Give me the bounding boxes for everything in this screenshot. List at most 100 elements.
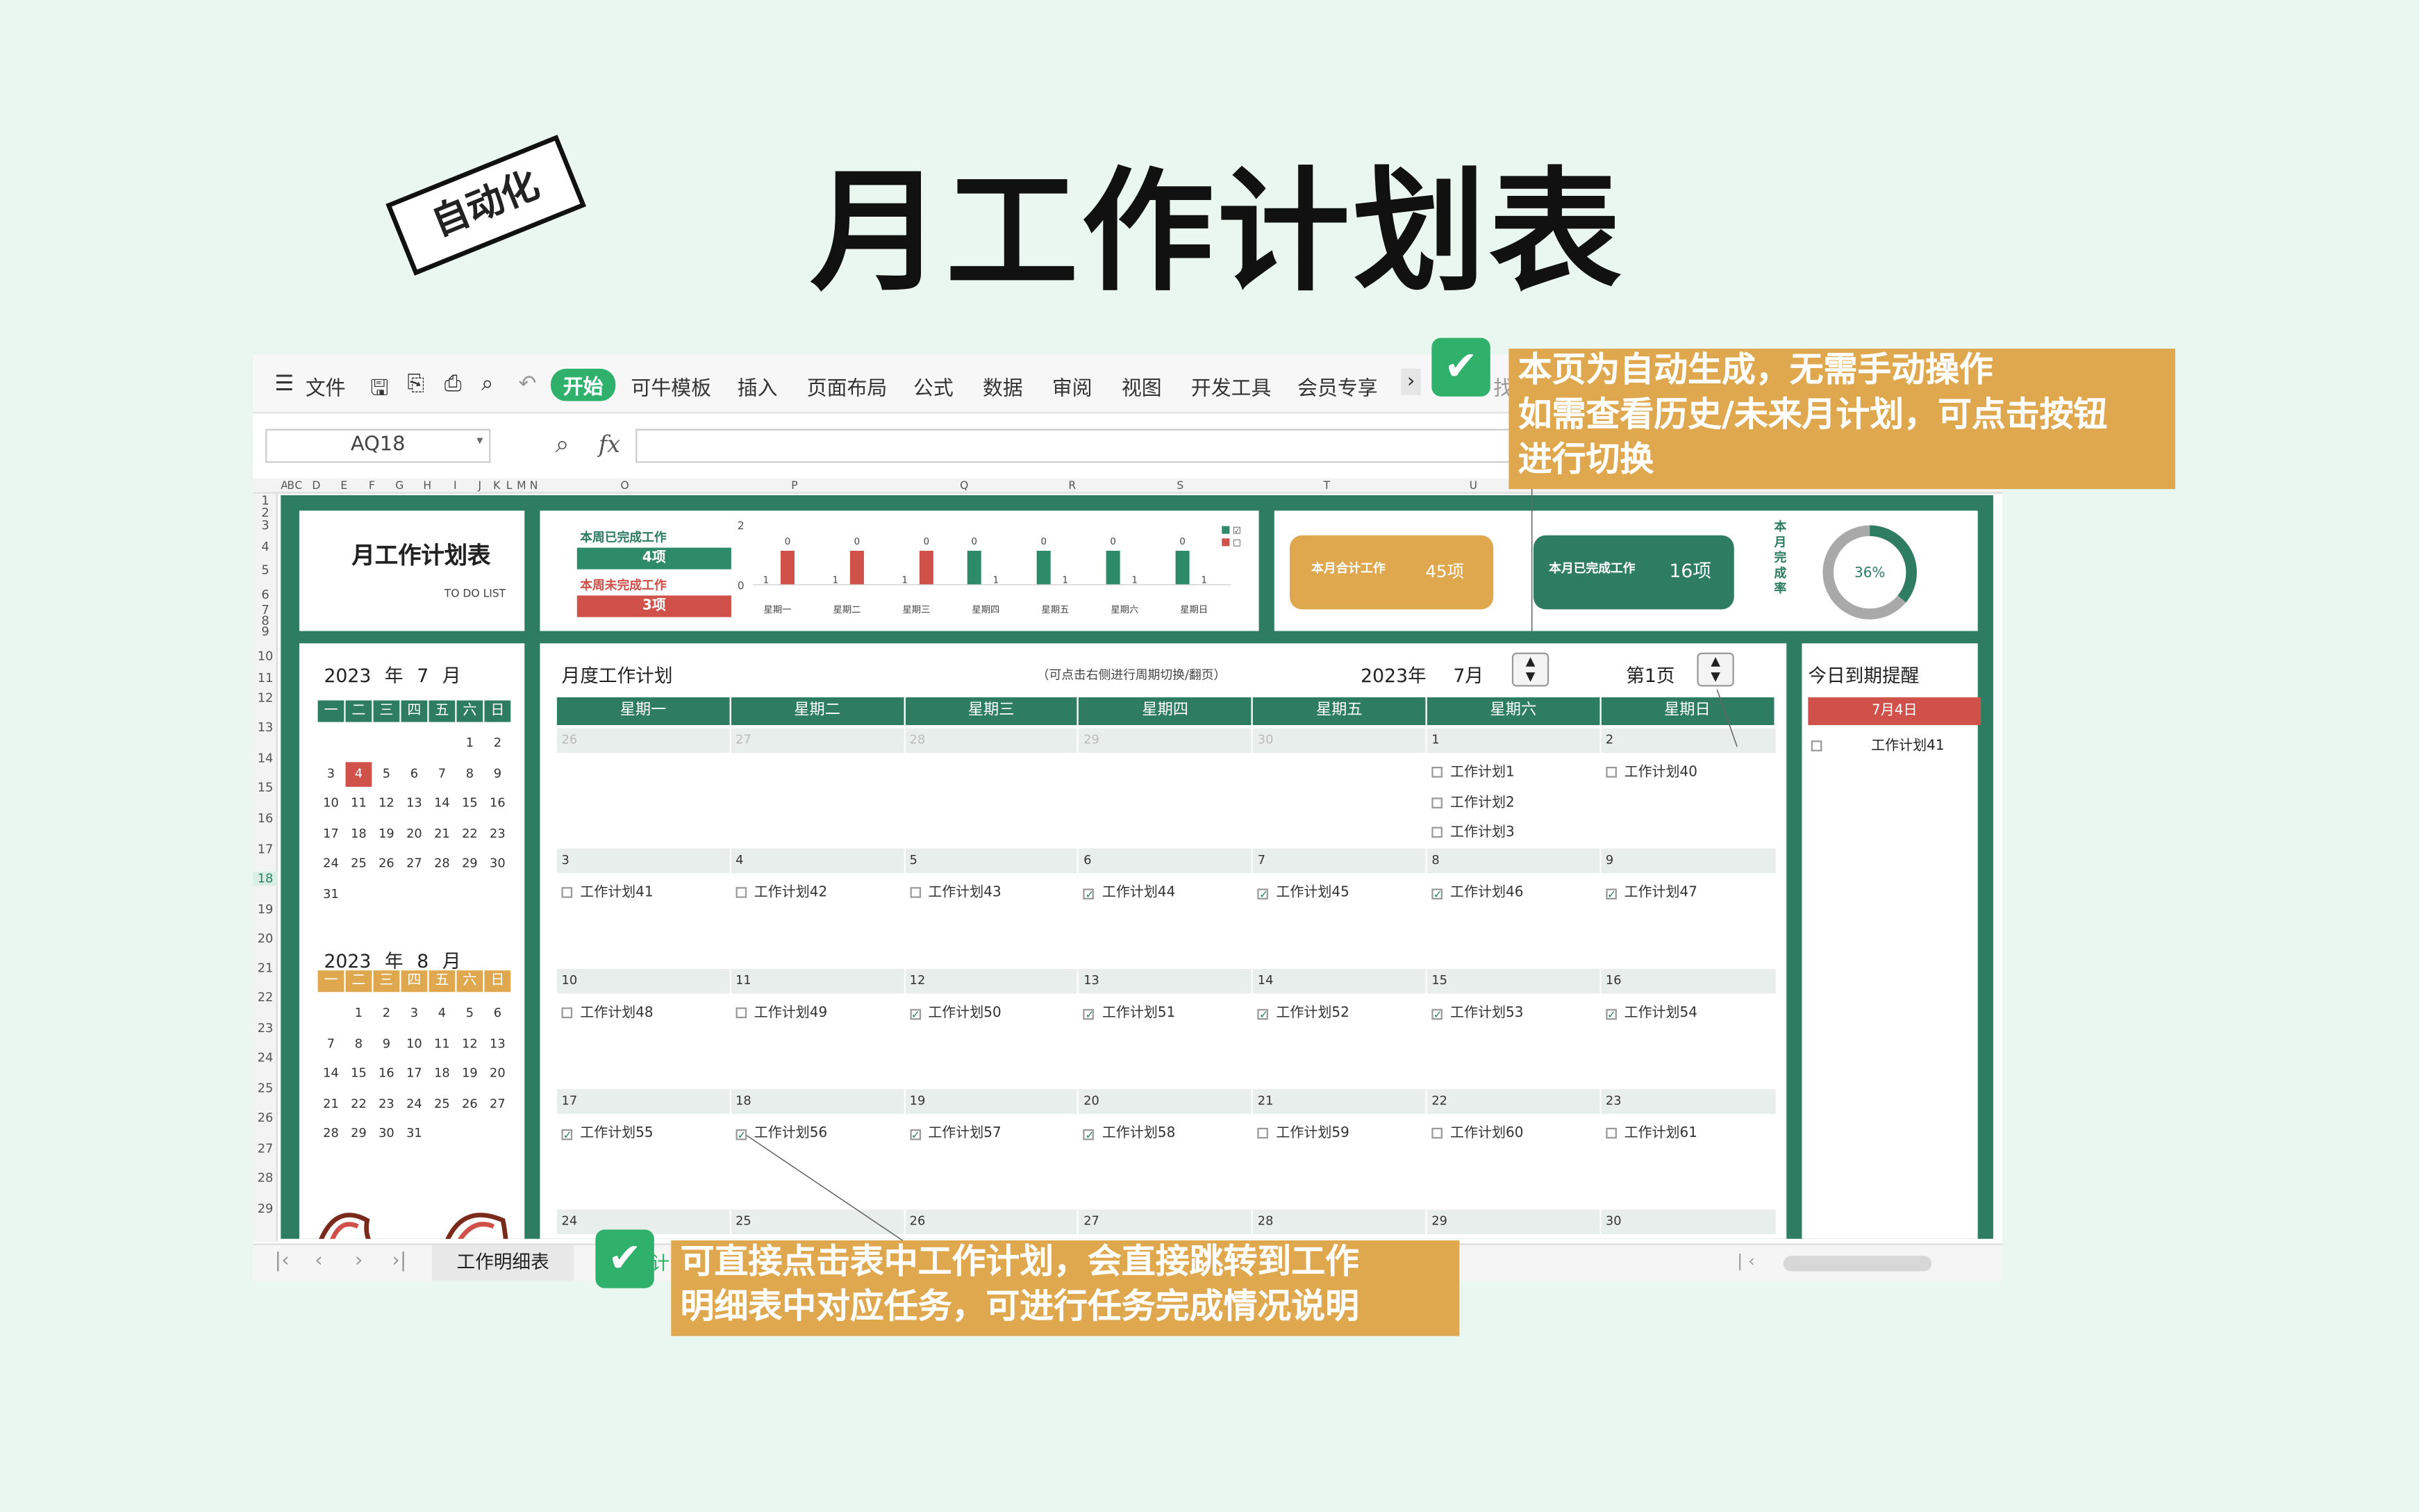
task-checkbox[interactable]: ✓ [1083, 1008, 1095, 1020]
july-day[interactable]: 5 [374, 761, 400, 786]
row-header-3[interactable]: 3 [253, 518, 278, 532]
row-header-15[interactable]: 15 [253, 781, 278, 795]
august-day[interactable]: 14 [318, 1062, 344, 1087]
august-day[interactable]: 1 [346, 1002, 372, 1027]
july-day[interactable]: 4 [345, 761, 372, 786]
column-header-m[interactable]: M [515, 479, 528, 494]
task-item[interactable]: 工作计划2 [1431, 790, 1515, 811]
task-item[interactable]: ✓ 工作计划52 [1257, 1002, 1349, 1022]
august-day[interactable]: 20 [484, 1062, 510, 1087]
tab-data[interactable]: 数据 [983, 372, 1023, 401]
reminder-item[interactable]: 工作计划41 [1811, 734, 1945, 754]
task-item[interactable]: 工作计划49 [735, 1002, 827, 1022]
august-day[interactable]: 19 [457, 1062, 483, 1087]
july-day[interactable]: 13 [401, 792, 428, 817]
tab-templates[interactable]: 可牛模板 [631, 372, 712, 401]
august-day[interactable]: 15 [346, 1062, 372, 1087]
july-day[interactable]: 12 [374, 792, 400, 817]
july-day[interactable]: 22 [457, 822, 483, 847]
august-day[interactable]: 29 [346, 1122, 372, 1147]
formula-input[interactable] [635, 429, 1531, 463]
row-header-16[interactable]: 16 [253, 811, 278, 825]
august-day[interactable]: 24 [401, 1092, 428, 1117]
july-day[interactable]: 11 [346, 792, 372, 817]
row-header-9[interactable]: 9 [253, 625, 278, 639]
save-icon[interactable]: 🖫 [370, 372, 389, 408]
undo-icon[interactable]: ↶ [518, 372, 536, 397]
tab-developer[interactable]: 开发工具 [1191, 372, 1272, 401]
august-day[interactable]: 21 [318, 1092, 344, 1117]
task-checkbox[interactable]: ✓ [909, 1008, 921, 1020]
task-item[interactable]: ✓ 工作计划54 [1605, 1002, 1697, 1022]
preview-icon[interactable]: ⌕ [481, 372, 493, 397]
file-menu[interactable]: 文件 [306, 372, 346, 401]
august-day[interactable]: 28 [318, 1122, 344, 1147]
row-header-17[interactable]: 17 [253, 842, 278, 856]
row-header-24[interactable]: 24 [253, 1051, 278, 1065]
august-day[interactable]: 9 [374, 1031, 400, 1056]
zoom-formula-icon[interactable]: ⌕ [556, 429, 570, 460]
task-checkbox[interactable]: ✓ [1431, 888, 1443, 900]
july-day[interactable]: 16 [484, 792, 510, 817]
column-header-l[interactable]: L [503, 479, 515, 494]
task-checkbox[interactable]: ✓ [1605, 888, 1617, 900]
july-day[interactable]: 23 [484, 822, 510, 847]
july-day[interactable]: 25 [346, 852, 372, 877]
task-item[interactable]: ✓ 工作计划53 [1431, 1002, 1523, 1022]
task-checkbox[interactable]: ✓ [561, 1129, 573, 1141]
row-header-22[interactable]: 22 [253, 990, 278, 1004]
july-day[interactable]: 1 [457, 731, 483, 756]
august-day[interactable]: 13 [484, 1031, 510, 1056]
column-header-k[interactable]: K [490, 479, 503, 494]
august-day[interactable]: 5 [457, 1002, 483, 1027]
task-checkbox[interactable] [561, 887, 573, 898]
column-header-j[interactable]: J [469, 479, 490, 494]
month-spinner-button[interactable]: ▲ ▼ [1511, 652, 1549, 687]
august-day[interactable]: 18 [429, 1062, 456, 1087]
column-header-d[interactable]: D [302, 479, 330, 494]
column-header-s[interactable]: S [1095, 479, 1265, 494]
july-day[interactable]: 17 [318, 822, 344, 847]
row-header-19[interactable]: 19 [253, 902, 278, 916]
august-day[interactable]: 17 [401, 1062, 428, 1087]
row-header-5[interactable]: 5 [253, 563, 278, 577]
august-day[interactable]: 12 [457, 1031, 483, 1056]
task-item[interactable]: ✓ 工作计划57 [909, 1122, 1001, 1142]
task-checkbox[interactable]: ✓ [909, 1129, 921, 1141]
task-checkbox[interactable]: ✓ [1083, 1129, 1095, 1141]
task-item[interactable]: ✓ 工作计划55 [561, 1122, 654, 1142]
tab-view[interactable]: 视图 [1122, 372, 1162, 401]
task-item[interactable]: ✓ 工作计划50 [909, 1002, 1001, 1022]
august-day[interactable]: 22 [346, 1092, 372, 1117]
august-day[interactable]: 23 [374, 1092, 400, 1117]
july-day[interactable]: 20 [401, 822, 428, 847]
task-item[interactable]: ✓ 工作计划44 [1083, 881, 1175, 901]
row-header-11[interactable]: 11 [253, 671, 278, 685]
scroll-left-icon[interactable]: | ‹ [1737, 1251, 1755, 1271]
reminder-checkbox[interactable] [1811, 740, 1822, 751]
tab-start[interactable]: 开始 [551, 368, 616, 401]
tab-formulas[interactable]: 公式 [913, 372, 954, 401]
task-item[interactable]: ✓ 工作计划47 [1605, 881, 1697, 901]
task-item[interactable]: ✓ 工作计划58 [1083, 1122, 1175, 1142]
august-day[interactable]: 31 [401, 1122, 428, 1147]
task-item[interactable]: ✓ 工作计划46 [1431, 881, 1523, 901]
july-day[interactable]: 7 [429, 761, 456, 786]
task-checkbox[interactable] [1431, 797, 1443, 808]
task-item[interactable]: 工作计划48 [561, 1002, 654, 1022]
august-day[interactable]: 11 [429, 1031, 456, 1056]
row-header-12[interactable]: 12 [253, 691, 278, 705]
task-item[interactable]: 工作计划1 [1431, 761, 1515, 781]
last-sheet-icon[interactable]: ›| [392, 1249, 406, 1272]
column-header-q[interactable]: Q [879, 479, 1049, 494]
task-item[interactable]: ✓ 工作计划45 [1257, 881, 1349, 901]
july-day[interactable]: 21 [429, 822, 456, 847]
july-day[interactable]: 9 [484, 761, 510, 786]
task-item[interactable]: 工作计划41 [561, 881, 654, 901]
july-day[interactable]: 15 [457, 792, 483, 817]
column-header-h[interactable]: H [413, 479, 441, 494]
task-checkbox[interactable] [909, 887, 921, 898]
row-header-4[interactable]: 4 [253, 540, 278, 554]
july-day[interactable]: 6 [401, 761, 428, 786]
july-day[interactable]: 29 [457, 852, 483, 877]
